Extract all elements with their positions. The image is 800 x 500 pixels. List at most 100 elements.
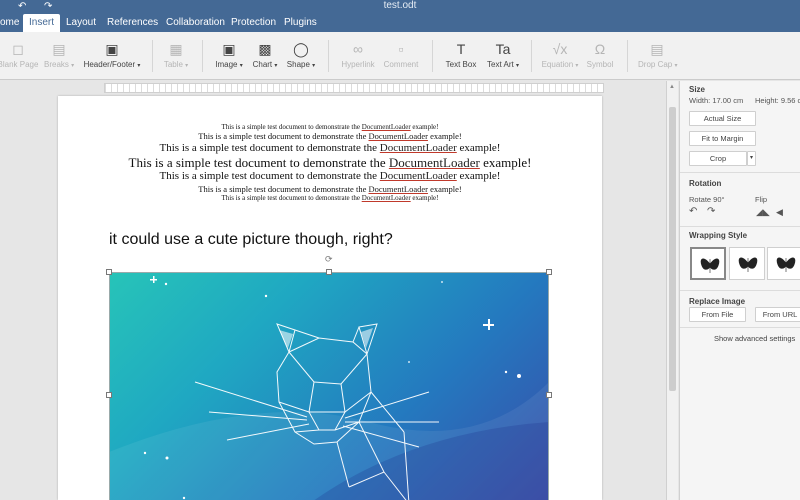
- crop-button[interactable]: Crop: [689, 151, 747, 166]
- resize-handle-nw[interactable]: [106, 269, 112, 275]
- omega-icon: Ω: [594, 41, 606, 57]
- divider: [680, 290, 800, 291]
- equation-button[interactable]: √x Equation ▾: [540, 38, 580, 76]
- table-icon: ▦: [169, 41, 183, 57]
- document-page[interactable]: This is a simple test document to demons…: [58, 96, 602, 500]
- height-value: Height: 9.56 c: [755, 96, 800, 105]
- separator: [432, 40, 433, 72]
- ribbon-tabs: ome Insert Layout References Collaborati…: [0, 14, 800, 32]
- drop-cap-icon: ▤: [650, 41, 664, 57]
- document-title: test.odt: [383, 0, 417, 11]
- separator: [627, 40, 628, 72]
- wrap-square-option[interactable]: [729, 247, 765, 280]
- symbol-button[interactable]: Ω Symbol: [583, 38, 617, 76]
- resize-handle-e[interactable]: [546, 392, 552, 398]
- rotate-handle-icon[interactable]: ⟳: [325, 254, 333, 265]
- text-line-end: example!: [410, 123, 439, 131]
- text-line-end: example!: [410, 193, 439, 202]
- text-art-button[interactable]: Ta Text Art ▾: [483, 38, 523, 76]
- text-line-start: This is a simple test document to demons…: [198, 183, 369, 194]
- image-icon: ▣: [222, 41, 236, 57]
- documentloader-link[interactable]: DocumentLoader: [368, 131, 427, 141]
- replace-image-title: Replace Image: [689, 297, 746, 306]
- text-line-end: example!: [456, 170, 501, 183]
- text-line: This is a simple test document to demons…: [58, 194, 602, 202]
- text-line-end: example!: [456, 141, 501, 154]
- documentloader-link[interactable]: DocumentLoader: [380, 170, 457, 182]
- text-line-start: This is a simple test document to demons…: [221, 123, 362, 131]
- blank-page-icon: ◻: [12, 41, 24, 57]
- image-content: [109, 272, 549, 500]
- separator: [328, 40, 329, 72]
- chart-icon: ▩: [258, 41, 272, 57]
- insert-toolbar: ◻ Blank Page ▤ Breaks ▾ ▣ Header/Footer …: [0, 32, 800, 80]
- wrap-tight-option[interactable]: [767, 247, 800, 280]
- wrap-inline-option[interactable]: [690, 247, 726, 280]
- flip-vertical-icon[interactable]: ◀: [776, 207, 783, 218]
- crop-dropdown-icon[interactable]: ▾: [747, 151, 756, 166]
- resize-handle-ne[interactable]: [546, 269, 552, 275]
- table-button[interactable]: ▦ Table ▾: [160, 38, 192, 76]
- tab-layout[interactable]: Layout: [60, 14, 102, 32]
- tab-references[interactable]: References: [101, 14, 164, 32]
- resize-handle-n[interactable]: [326, 269, 332, 275]
- width-value: Width: 17.00 cm: [689, 96, 744, 105]
- breaks-icon: ▤: [52, 41, 66, 57]
- header-footer-icon: ▣: [105, 41, 119, 57]
- fit-to-margin-button[interactable]: Fit to Margin: [689, 131, 756, 146]
- rotate-cw-icon[interactable]: ↷: [707, 206, 715, 217]
- from-url-button[interactable]: From URL: [755, 307, 800, 322]
- text-line-end: example!: [479, 154, 532, 170]
- size-title: Size: [689, 85, 706, 94]
- vertical-scrollbar[interactable]: ▲: [666, 81, 678, 500]
- documentloader-link[interactable]: DocumentLoader: [368, 184, 427, 194]
- text-line: This is a simple test document to demons…: [58, 142, 602, 155]
- text-box-button[interactable]: T Text Box: [442, 38, 480, 76]
- rotate-ccw-icon[interactable]: ↶: [689, 206, 697, 217]
- hyperlink-button[interactable]: ∞ Hyperlink: [338, 38, 378, 76]
- title-bar: ↶ ↷ test.odt: [0, 0, 800, 14]
- image-button[interactable]: ▣ Image ▾: [212, 38, 246, 76]
- tab-plugins[interactable]: Plugins: [278, 14, 323, 32]
- text-line-start: This is a simple test document to demons…: [159, 170, 380, 183]
- from-file-button[interactable]: From File: [689, 307, 746, 322]
- breaks-button[interactable]: ▤ Breaks ▾: [44, 38, 74, 76]
- scroll-up-icon[interactable]: ▲: [669, 84, 675, 90]
- document-heading: it could use a cute picture though, righ…: [109, 231, 393, 248]
- scroll-thumb[interactable]: [669, 107, 676, 391]
- text-line: This is a simple test document to demons…: [58, 155, 602, 171]
- documentloader-link[interactable]: DocumentLoader: [380, 142, 457, 154]
- equation-icon: √x: [552, 41, 568, 57]
- tab-insert[interactable]: Insert: [23, 14, 61, 32]
- comment-button[interactable]: ▫ Comment: [381, 38, 421, 76]
- text-line: This is a simple test document to demons…: [58, 184, 602, 194]
- documentloader-link[interactable]: DocumentLoader: [362, 194, 411, 202]
- actual-size-button[interactable]: Actual Size: [689, 111, 756, 126]
- tab-protection[interactable]: Protection: [225, 14, 282, 32]
- resize-handle-w[interactable]: [106, 392, 112, 398]
- horizontal-ruler[interactable]: [104, 83, 604, 93]
- shape-icon: ◯: [293, 41, 309, 57]
- butterfly-icon: [776, 257, 796, 272]
- selected-image[interactable]: ⟳: [106, 254, 552, 500]
- divider: [680, 172, 800, 173]
- blank-page-button[interactable]: ◻ Blank Page: [0, 38, 40, 76]
- shape-button[interactable]: ◯ Shape ▾: [284, 38, 318, 76]
- tab-home[interactable]: ome: [0, 14, 25, 32]
- divider: [680, 226, 800, 227]
- documentloader-link[interactable]: DocumentLoader: [389, 155, 480, 170]
- wrapping-style-title: Wrapping Style: [689, 231, 748, 240]
- show-advanced-settings-link[interactable]: Show advanced settings: [714, 334, 795, 343]
- chart-button[interactable]: ▩ Chart ▾: [249, 38, 281, 76]
- flip-horizontal-icon[interactable]: ◢◣: [756, 207, 770, 218]
- separator: [202, 40, 203, 72]
- text-line-end: example!: [427, 183, 462, 194]
- comment-icon: ▫: [398, 41, 404, 57]
- documentloader-link[interactable]: DocumentLoader: [362, 123, 411, 131]
- drop-cap-button[interactable]: ▤ Drop Cap ▾: [638, 38, 678, 76]
- tab-collaboration[interactable]: Collaboration: [160, 14, 231, 32]
- text-block: This is a simple test document to demons…: [58, 123, 602, 202]
- panther-illustration: [109, 276, 549, 500]
- rotate-label: Rotate 90°: [689, 195, 725, 204]
- header-footer-button[interactable]: ▣ Header/Footer ▾: [82, 38, 142, 76]
